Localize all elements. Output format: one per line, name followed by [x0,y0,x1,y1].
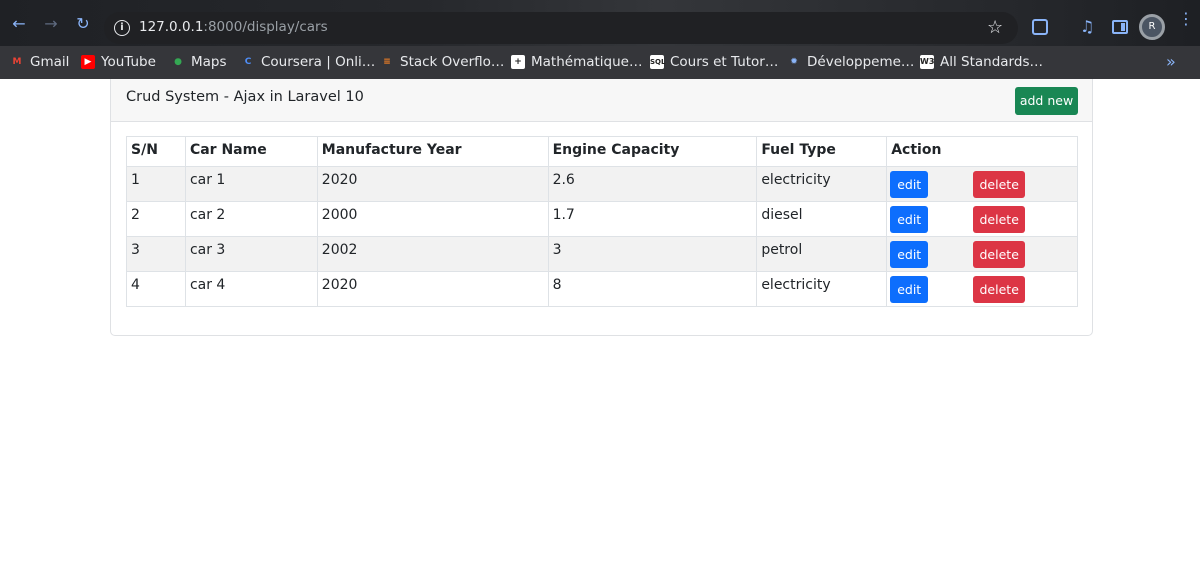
browser-toolbar: ← → ↻ i 127.0.0.1:8000/display/cars ☆ ♫ … [0,0,1200,46]
math-icon: + [511,55,525,69]
coursera-icon: C [244,57,252,67]
cell-car-name: car 1 [184,166,318,202]
bookmark-coursera[interactable]: C Coursera | Onli… [241,53,376,71]
cell-sn: 3 [126,236,186,272]
table-row: 3 car 3 2002 3 petrol edit delete [126,236,1078,272]
cell-action: edit delete [886,201,1078,237]
page-title: Crud System - Ajax in Laravel 10 [126,89,364,105]
reload-icon[interactable]: ↻ [74,15,92,33]
crud-card: Crud System - Ajax in Laravel 10 add new… [110,79,1093,336]
bookmark-label: Mathématique… [531,54,643,70]
cell-car-name: car 3 [184,236,318,272]
cell-engine: 1.7 [547,201,758,237]
column-header: Car Name [184,136,318,167]
table-row: 1 car 1 2020 2.6 electricity edit delete [126,166,1078,202]
column-header: Engine Capacity [547,136,758,167]
cell-sn: 4 [126,271,186,307]
cell-car-name: car 4 [184,271,318,307]
column-header: Action [886,136,1078,167]
bookmark-dev[interactable]: ✹ Développeme… [787,53,914,71]
dev-icon: ✹ [790,57,798,67]
side-panel-icon[interactable] [1112,20,1128,34]
bookmark-label: Coursera | Onli… [261,54,376,70]
cell-action: edit delete [886,166,1078,202]
edit-button[interactable]: edit [890,171,929,198]
url-text[interactable]: 127.0.0.1:8000/display/cars [139,19,328,35]
table-row: 2 car 2 2000 1.7 diesel edit delete [126,201,1078,237]
card-header: Crud System - Ajax in Laravel 10 add new [111,79,1092,122]
cell-year: 2020 [316,166,549,202]
cell-car-name: car 2 [184,201,318,237]
bookmark-sql[interactable]: SQL Cours et Tutor… [650,53,778,71]
menu-dots-icon[interactable]: ⋮ [1178,11,1194,27]
cell-year: 2002 [316,236,549,272]
bookmark-w3[interactable]: W3 All Standards… [920,53,1043,71]
bookmark-label: Stack Overflo… [400,54,505,70]
edit-button[interactable]: edit [890,276,929,303]
table-header-row: S/N Car Name Manufacture Year Engine Cap… [126,136,1078,167]
media-controls-icon[interactable]: ♫ [1080,17,1094,36]
bookmark-label: Cours et Tutor… [670,54,779,70]
maps-icon: ● [174,57,182,67]
add-new-button[interactable]: add new [1015,87,1078,115]
cell-engine: 3 [547,236,758,272]
address-bar[interactable]: i 127.0.0.1:8000/display/cars ☆ [104,12,1018,44]
delete-button[interactable]: delete [973,276,1026,303]
gmail-icon: M [12,57,22,67]
column-header: Fuel Type [756,136,888,167]
bookmark-label: All Standards… [940,54,1043,70]
bookmark-maps[interactable]: ● Maps [171,53,227,71]
delete-button[interactable]: delete [973,206,1026,233]
bookmark-label: Gmail [30,54,70,70]
site-info-icon[interactable]: i [114,20,130,36]
back-icon[interactable]: ← [10,15,28,33]
bookmark-youtube[interactable]: ▶ YouTube [81,53,156,71]
sql-icon: SQL [650,55,665,69]
cell-fuel: petrol [756,236,888,272]
cell-action: edit delete [886,236,1078,272]
bookmark-label: YouTube [101,54,156,70]
extensions-icon[interactable] [1032,19,1048,35]
delete-button[interactable]: delete [973,171,1026,198]
table-row: 4 car 4 2020 8 electricity edit delete [126,271,1078,307]
cell-year: 2000 [316,201,549,237]
forward-icon[interactable]: → [42,15,60,33]
cell-engine: 8 [547,271,758,307]
cell-engine: 2.6 [547,166,758,202]
delete-button[interactable]: delete [973,241,1026,268]
bookmarks-overflow-icon[interactable]: » [1166,52,1176,71]
bookmark-label: Développeme… [807,54,915,70]
stackoverflow-icon: ≡ [383,57,391,67]
cell-sn: 1 [126,166,186,202]
bookmark-label: Maps [191,54,227,70]
cell-year: 2020 [316,271,549,307]
cell-sn: 2 [126,201,186,237]
cell-fuel: electricity [756,166,888,202]
bookmark-gmail[interactable]: M Gmail [10,53,70,71]
page-content: Crud System - Ajax in Laravel 10 add new… [0,79,1200,575]
edit-button[interactable]: edit [890,206,929,233]
cell-fuel: electricity [756,271,888,307]
avatar[interactable]: R [1139,14,1165,40]
bookmark-star-icon[interactable]: ☆ [987,17,1003,38]
edit-button[interactable]: edit [890,241,929,268]
cell-action: edit delete [886,271,1078,307]
w3-icon: W3 [920,55,934,69]
bookmarks-bar: M Gmail ▶ YouTube ● Maps C Coursera | On… [0,46,1200,79]
column-header: Manufacture Year [316,136,549,167]
column-header: S/N [126,136,186,167]
bookmark-math[interactable]: + Mathématique… [511,53,642,71]
bookmark-stackoverflow[interactable]: ≡ Stack Overflo… [380,53,504,71]
cars-table: S/N Car Name Manufacture Year Engine Cap… [126,136,1078,307]
youtube-icon: ▶ [81,55,95,69]
cell-fuel: diesel [756,201,888,237]
